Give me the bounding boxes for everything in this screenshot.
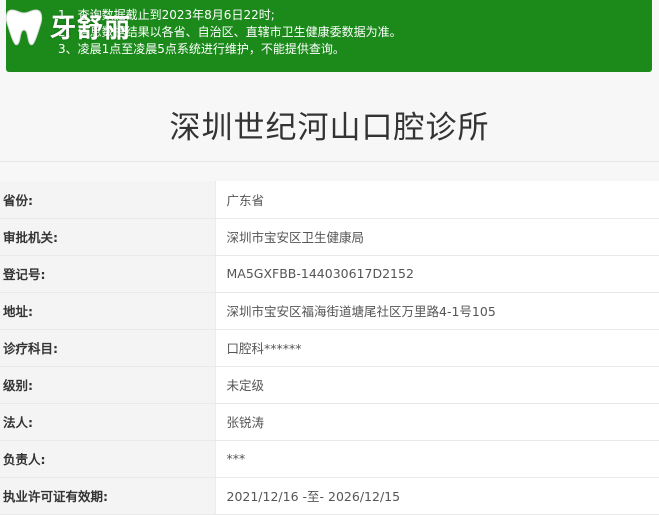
row-value: 深圳市宝安区卫生健康局 (214, 218, 659, 256)
row-label: 级别: (0, 366, 215, 404)
row-label: 地址: (0, 292, 215, 330)
row-label: 法人: (0, 403, 215, 441)
table-row: 审批机关: 深圳市宝安区卫生健康局 (0, 218, 659, 256)
logo-text: 牙舒丽 (50, 13, 132, 44)
row-label: 诊疗科目: (0, 329, 215, 367)
table-row: 法人: 张锐涛 (0, 403, 659, 441)
row-value: 深圳市宝安区福海街道塘尾社区万里路4-1号105 (214, 292, 659, 330)
clinic-info-table: 省份: 广东省 审批机关: 深圳市宝安区卫生健康局 登记号: MA5GXFBB-14403… (0, 181, 659, 515)
table-row: 登记号: MA5GXFBB-144030617D2152 (0, 255, 659, 293)
table-row: 地址: 深圳市宝安区福海街道塘尾社区万里路4-1号105 (0, 292, 659, 330)
row-value: *** (214, 440, 659, 478)
row-value: 口腔科****** (214, 329, 659, 367)
row-label: 执业许可证有效期: (0, 477, 215, 515)
table-row: 省份: 广东省 (0, 181, 659, 219)
table-row: 级别: 未定级 (0, 366, 659, 404)
row-label: 省份: (0, 181, 215, 219)
table-row: 执业许可证有效期: 2021/12/16 -至- 2026/12/15 (0, 477, 659, 515)
tooth-icon (5, 9, 43, 46)
row-value: 2021/12/16 -至- 2026/12/15 (214, 477, 659, 515)
row-label: 负责人: (0, 440, 215, 478)
row-label: 审批机关: (0, 218, 215, 256)
table-row: 诊疗科目: 口腔科****** (0, 329, 659, 367)
row-label: 登记号: (0, 255, 215, 293)
table-row: 负责人: *** (0, 440, 659, 478)
row-value: 未定级 (214, 366, 659, 404)
site-logo[interactable]: 牙舒丽 (4, 2, 154, 50)
row-value: 广东省 (214, 181, 659, 219)
title-section: 深圳世纪河山口腔诊所 (0, 95, 659, 162)
row-value: 张锐涛 (214, 403, 659, 441)
page-title: 深圳世纪河山口腔诊所 (169, 110, 490, 146)
row-value: MA5GXFBB-144030617D2152 (214, 255, 659, 293)
